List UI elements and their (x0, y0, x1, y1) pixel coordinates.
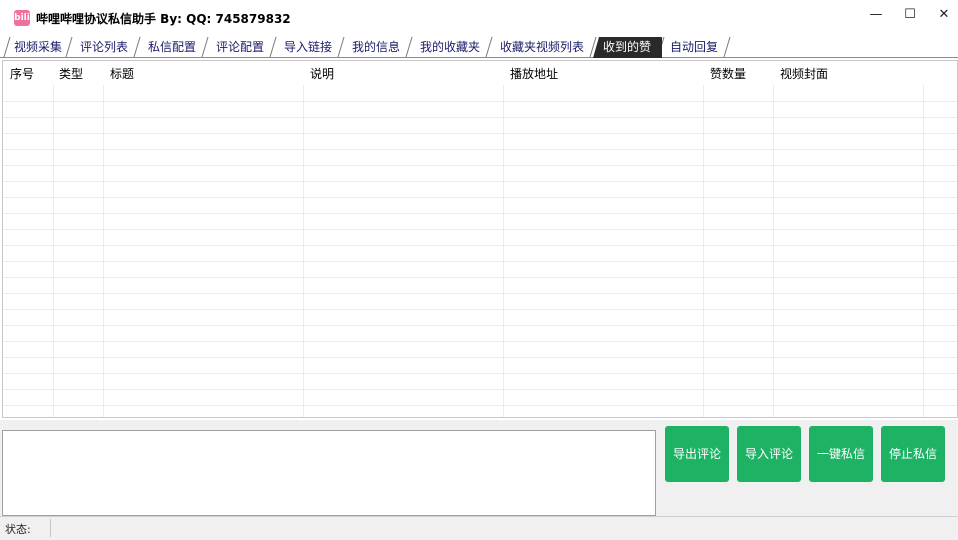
tab-my-info[interactable]: 我的信息 (352, 37, 400, 58)
grid-row-line (3, 149, 957, 150)
status-divider (50, 519, 51, 537)
tab-comment-config[interactable]: 评论配置 (216, 37, 264, 58)
export-comments-button[interactable]: 导出评论 (665, 426, 729, 482)
column-header-play-url[interactable]: 播放地址 (510, 65, 558, 82)
tab-auto-reply[interactable]: 自动回复 (670, 37, 718, 58)
grid-row-line (3, 389, 957, 390)
tab-video-collect[interactable]: 视频采集 (14, 37, 62, 58)
grid-row-line (3, 229, 957, 230)
grid-column-line (103, 85, 104, 417)
status-bar: 状态: (0, 516, 958, 540)
grid-row-line (3, 373, 957, 374)
tab-favorite-video-list[interactable]: 收藏夹视频列表 (500, 37, 584, 58)
one-click-message-button[interactable]: 一键私信 (809, 426, 873, 482)
grid-row-line (3, 405, 957, 406)
grid-row-line (3, 309, 957, 310)
likes-table[interactable]: 序号 类型 标题 说明 播放地址 赞数量 视频封面 (2, 60, 958, 418)
grid-column-line (773, 85, 774, 417)
tab-my-favorites[interactable]: 我的收藏夹 (420, 37, 480, 58)
column-header-index[interactable]: 序号 (10, 65, 34, 82)
tab-received-likes[interactable]: 收到的赞 (593, 37, 662, 58)
log-textarea[interactable] (2, 430, 656, 516)
grid-row-line (3, 357, 957, 358)
bottom-panel: 导出评论 导入评论 一键私信 停止私信 (0, 420, 958, 516)
minimize-button[interactable]: — (862, 6, 890, 24)
tab-bar: 视频采集 评论列表 私信配置 评论配置 导入链接 我的信息 我的收藏夹 收藏夹视… (0, 36, 958, 58)
grid-column-line (503, 85, 504, 417)
column-header-video-cover[interactable]: 视频封面 (780, 65, 828, 82)
grid-row-line (3, 341, 957, 342)
grid-row-line (3, 325, 957, 326)
grid-row-line (3, 101, 957, 102)
grid-column-line (303, 85, 304, 417)
grid-column-line (923, 85, 924, 417)
grid-row-line (3, 293, 957, 294)
grid-row-line (3, 245, 957, 246)
tab-message-config[interactable]: 私信配置 (148, 37, 196, 58)
window-title: 哔哩哔哩协议私信助手 By: QQ: 745879832 (36, 12, 291, 26)
title-bar: bili 哔哩哔哩协议私信助手 By: QQ: 745879832 — ☐ ✕ (0, 0, 958, 34)
grid-row-line (3, 181, 957, 182)
tab-import-links[interactable]: 导入链接 (284, 37, 332, 58)
grid-row-line (3, 117, 957, 118)
app-icon: bili (14, 10, 30, 26)
grid-row-line (3, 165, 957, 166)
close-button[interactable]: ✕ (930, 6, 958, 24)
grid-row-line (3, 277, 957, 278)
column-header-type[interactable]: 类型 (59, 65, 83, 82)
maximize-button[interactable]: ☐ (896, 6, 924, 24)
column-header-description[interactable]: 说明 (310, 65, 334, 82)
table-header: 序号 类型 标题 说明 播放地址 赞数量 视频封面 (3, 61, 957, 85)
column-header-like-count[interactable]: 赞数量 (710, 65, 746, 82)
grid-row-line (3, 133, 957, 134)
stop-message-button[interactable]: 停止私信 (881, 426, 945, 482)
status-label: 状态: (5, 523, 31, 536)
grid-column-line (703, 85, 704, 417)
tab-comment-list[interactable]: 评论列表 (80, 37, 128, 58)
grid-column-line (53, 85, 54, 417)
import-comments-button[interactable]: 导入评论 (737, 426, 801, 482)
grid-row-line (3, 213, 957, 214)
grid-row-line (3, 261, 957, 262)
column-header-title[interactable]: 标题 (110, 65, 134, 82)
grid-row-line (3, 197, 957, 198)
